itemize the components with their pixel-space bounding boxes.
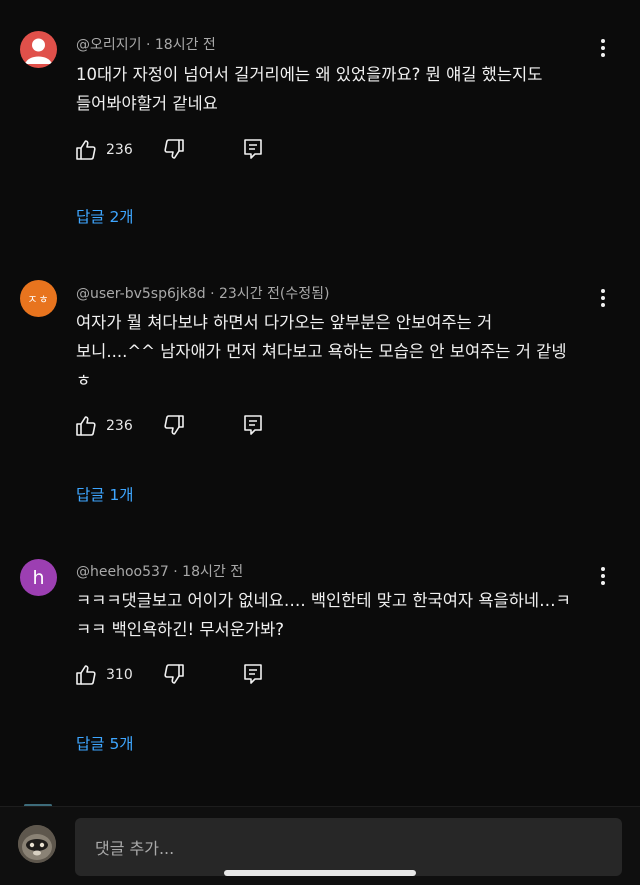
thumbs-down-icon <box>164 139 184 159</box>
like-count: 236 <box>106 418 133 434</box>
like-button[interactable]: 310 <box>74 663 133 687</box>
comment-reply-icon <box>244 139 262 159</box>
like-button[interactable]: 236 <box>74 138 133 162</box>
comment-author[interactable]: @오리지기 <box>76 37 142 53</box>
comment-meta: @오리지기 · 18시간 전 <box>76 34 216 54</box>
comment-actions: 310 <box>74 662 274 688</box>
reply-button[interactable] <box>242 137 264 161</box>
thumbs-up-icon <box>76 665 96 685</box>
avatar-initials: ㅈㅎ <box>27 292 50 306</box>
comment-time: · 23시간 전(수정됨) <box>210 286 330 302</box>
comment-actions: 236 <box>74 137 274 163</box>
reply-button[interactable] <box>242 413 264 437</box>
user-avatar[interactable]: ㅈㅎ <box>20 280 57 317</box>
comment-meta: @user-bv5sp6jk8d · 23시간 전(수정됨) <box>76 283 329 303</box>
comment-text: 여자가 뭘 쳐다보냐 하면서 다가오는 앞부분은 안보여주는 거 보니....^… <box>76 313 567 390</box>
comment-author[interactable]: @user-bv5sp6jk8d <box>76 286 206 302</box>
my-avatar[interactable] <box>18 825 56 863</box>
comment-time: · 18시간 전 <box>173 564 244 580</box>
view-replies-button[interactable]: 답글 1개 <box>76 483 134 505</box>
like-button[interactable]: 236 <box>74 414 133 438</box>
more-options-icon[interactable] <box>596 564 610 588</box>
thumbs-up-icon <box>76 140 96 160</box>
dislike-button[interactable] <box>162 137 186 161</box>
comment-time: · 18시간 전 <box>145 37 216 53</box>
user-avatar[interactable] <box>20 31 57 68</box>
more-options-icon[interactable] <box>596 286 610 310</box>
default-user-icon <box>25 38 52 64</box>
dislike-button[interactable] <box>162 413 186 437</box>
add-comment-input[interactable]: 댓글 추가... <box>75 818 622 876</box>
add-comment-placeholder: 댓글 추가... <box>95 839 175 858</box>
like-count: 310 <box>106 667 133 683</box>
view-replies-button[interactable]: 답글 2개 <box>76 205 134 227</box>
comment-actions: 236 <box>74 413 274 439</box>
thumbs-down-icon <box>164 415 184 435</box>
comment-meta: @heehoo537 · 18시간 전 <box>76 561 243 581</box>
comment-reply-icon <box>244 415 262 435</box>
comment-text: 10대가 자정이 넘어서 길거리에는 왜 있었을까요? 뭔 얘길 했는지도 들어… <box>76 65 543 113</box>
like-count: 236 <box>106 142 133 158</box>
view-replies-button[interactable]: 답글 5개 <box>76 732 134 754</box>
comment-author[interactable]: @heehoo537 <box>76 564 169 580</box>
dislike-button[interactable] <box>162 662 186 686</box>
avatar-initials: h <box>32 566 45 589</box>
raccoon-avatar-icon <box>18 825 56 863</box>
comment-text: ㅋㅋㅋ댓글보고 어이가 없네요…. 백인한테 맞고 한국여자 욕을하네…ㅋ ㅋㅋ… <box>76 591 571 639</box>
more-options-icon[interactable] <box>596 36 610 60</box>
comment-reply-icon <box>244 664 262 684</box>
home-indicator <box>224 870 416 876</box>
reply-button[interactable] <box>242 662 264 686</box>
thumbs-down-icon <box>164 664 184 684</box>
thumbs-up-icon <box>76 416 96 436</box>
user-avatar[interactable]: h <box>20 559 57 596</box>
